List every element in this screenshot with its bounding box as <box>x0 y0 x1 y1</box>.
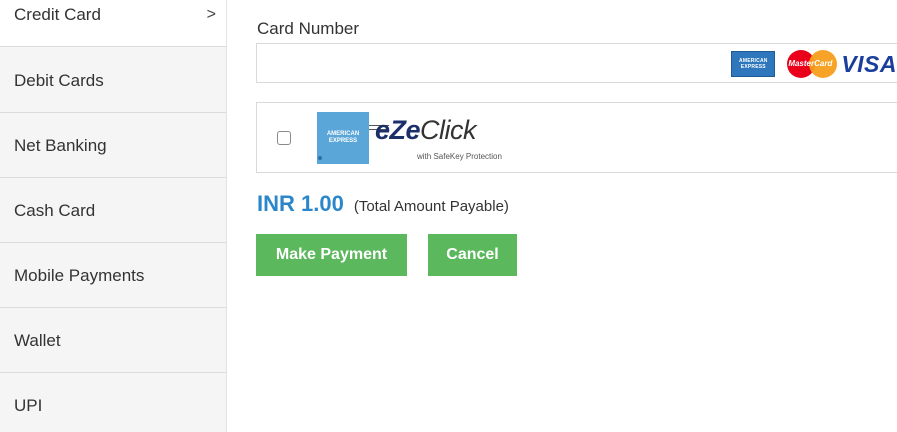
ezeclick-logo: eZeClick <box>375 115 477 145</box>
ezeclick-subtitle: with SafeKey Protection <box>417 152 502 161</box>
total-amount: INR 1.00 <box>257 191 344 216</box>
amex-logo: AMERICAN EXPRESS <box>731 51 776 77</box>
sidebar-item-label: UPI <box>14 395 43 415</box>
make-payment-button[interactable]: Make Payment <box>256 234 407 276</box>
ezeclick-checkbox[interactable] <box>277 131 291 145</box>
cancel-button[interactable]: Cancel <box>428 234 517 276</box>
card-number-input[interactable] <box>265 44 729 82</box>
payment-methods-sidebar: Credit Card > Debit Cards Net Banking Ca… <box>0 0 227 432</box>
sidebar-item-upi[interactable]: UPI <box>0 374 226 432</box>
chevron-right-icon: > <box>206 5 216 23</box>
amount-summary: INR 1.00 (Total Amount Payable) <box>257 191 509 217</box>
ezeclick-option: AMERICAN EXPRESS eZeClick with SafeKey P… <box>256 102 897 173</box>
card-number-label: Card Number <box>257 19 360 38</box>
sidebar-item-debit-cards[interactable]: Debit Cards <box>0 49 226 113</box>
sidebar-item-label: Cash Card <box>14 200 96 220</box>
visa-logo: VISA <box>841 50 897 77</box>
sidebar-item-mobile-payments[interactable]: Mobile Payments <box>0 244 226 308</box>
sidebar-item-label: Wallet <box>14 330 61 350</box>
sidebar-item-cash-card[interactable]: Cash Card <box>0 179 226 243</box>
sidebar-item-credit-card[interactable]: Credit Card > <box>0 0 226 47</box>
sidebar-item-label: Mobile Payments <box>14 265 145 285</box>
payment-page: Credit Card > Debit Cards Net Banking Ca… <box>0 0 897 432</box>
card-payment-panel: Card Number AMERICAN EXPRESS MasterCard … <box>227 0 897 432</box>
card-number-field-wrapper: AMERICAN EXPRESS MasterCard VISA <box>256 43 897 83</box>
amount-note: (Total Amount Payable) <box>353 198 509 215</box>
sidebar-item-label: Debit Cards <box>14 70 104 90</box>
amex-logo: AMERICAN EXPRESS <box>317 112 369 164</box>
sidebar-item-label: Net Banking <box>14 135 107 155</box>
card-brand-logos: AMERICAN EXPRESS MasterCard VISA <box>731 50 897 78</box>
sidebar-item-label: Credit Card <box>14 4 101 24</box>
sidebar-item-net-banking[interactable]: Net Banking <box>0 114 226 178</box>
sidebar-item-wallet[interactable]: Wallet <box>0 309 226 373</box>
mastercard-logo: MasterCard <box>787 50 838 78</box>
